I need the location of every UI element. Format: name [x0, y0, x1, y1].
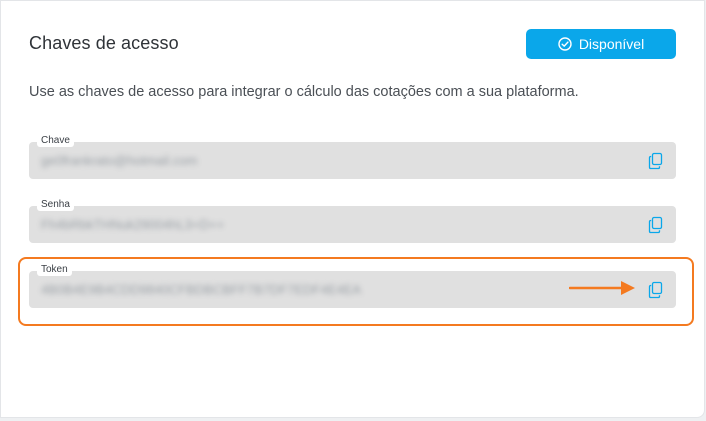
key-field[interactable]: Chave ge0frankrato@hotmail.com — [29, 134, 676, 179]
password-field[interactable]: Senha Fh4bRbkTHNuk29004hL3+D++ — [29, 198, 676, 243]
copy-icon[interactable] — [648, 152, 664, 170]
status-label: Disponível — [578, 36, 645, 52]
key-field-value: ge0frankrato@hotmail.com — [41, 153, 198, 168]
arrow-right-icon — [568, 279, 637, 297]
description-text: Use as chaves de acesso para integrar o … — [29, 84, 579, 100]
copy-icon[interactable] — [648, 216, 664, 234]
status-available-button[interactable]: Disponível — [526, 29, 676, 59]
page-title: Chaves de acesso — [29, 33, 179, 53]
password-field-label: Senha — [37, 198, 74, 211]
check-circle-icon — [558, 37, 572, 51]
password-field-value: Fh4bRbkTHNuk29004hL3+D++ — [41, 217, 225, 232]
key-field-label: Chave — [37, 134, 74, 147]
access-keys-card: Chaves de acesso Disponível Use as chave… — [0, 0, 705, 418]
